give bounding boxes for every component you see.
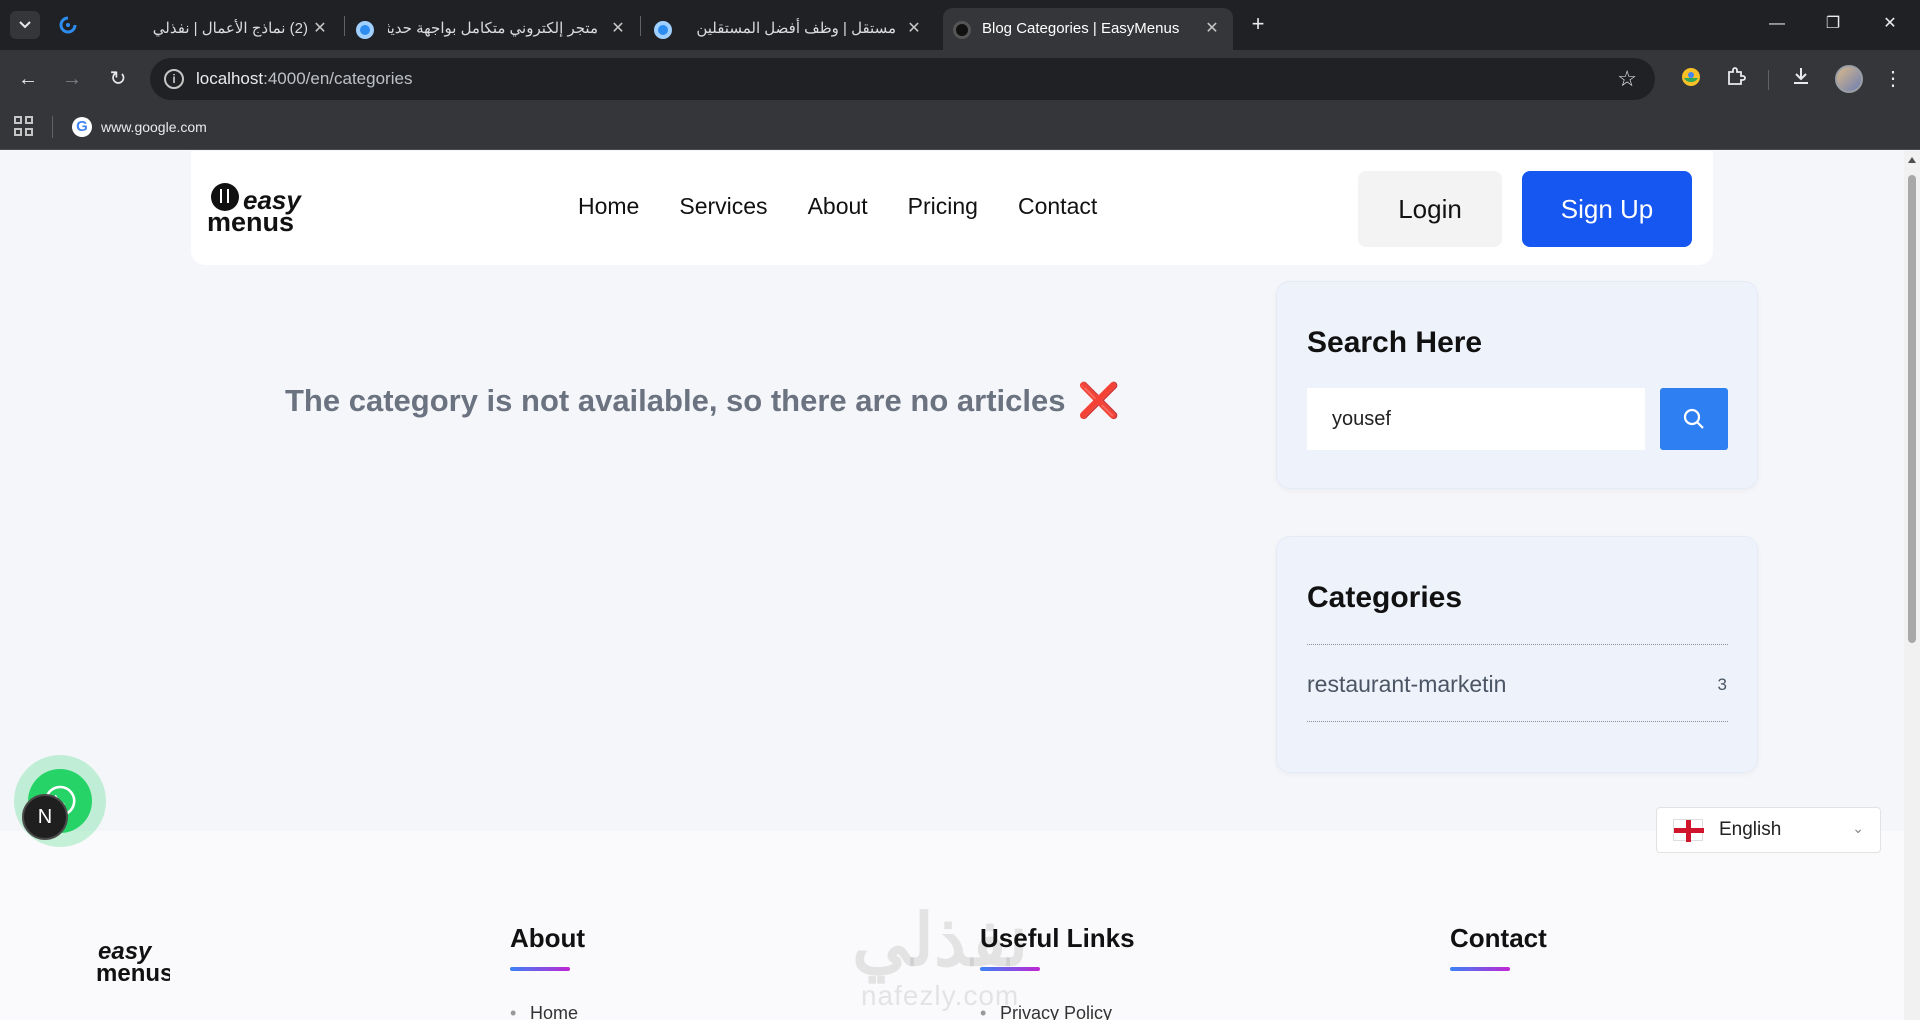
main-nav: Home Services About Pricing Contact [578, 189, 1137, 223]
address-bar[interactable]: i localhost:4000/en/categories ☆ [150, 58, 1655, 100]
window-close-icon[interactable]: ✕ [1880, 14, 1900, 34]
search-button[interactable] [1660, 388, 1728, 450]
new-tab-button[interactable]: + [1246, 12, 1270, 36]
tab-search-button[interactable] [10, 11, 40, 39]
bookmark-star-icon[interactable]: ☆ [1617, 67, 1637, 91]
nav-contact[interactable]: Contact [1018, 189, 1097, 223]
close-icon[interactable]: ✕ [610, 21, 626, 37]
divider [1307, 644, 1728, 645]
easymenus-favicon-icon [953, 21, 971, 39]
categories-card: Categories restaurant-marketin 3 [1276, 536, 1758, 773]
footer-links-title: Useful Links [980, 923, 1135, 953]
bookmark-separator [52, 116, 53, 138]
nafezly-favicon-icon [59, 16, 77, 34]
categories-title: Categories [1307, 581, 1463, 614]
login-button[interactable]: Login [1358, 171, 1502, 247]
nav-pricing[interactable]: Pricing [908, 189, 978, 223]
nav-home[interactable]: Home [578, 189, 639, 223]
close-icon[interactable]: ✕ [906, 21, 922, 37]
search-icon [1683, 408, 1704, 429]
reload-icon[interactable]: ↻ [105, 66, 131, 92]
minimize-icon[interactable]: — [1767, 14, 1787, 34]
download-icon[interactable] [1788, 66, 1814, 92]
tab-blog-categories[interactable]: Blog Categories | EasyMenus ✕ [943, 8, 1233, 50]
tab-nafezly[interactable]: (2) نماذج الأعمال | نفذلي ✕ [140, 8, 335, 50]
cross-mark-icon: ❌ [1077, 382, 1120, 420]
mostaql-favicon-icon [654, 21, 672, 39]
forward-icon[interactable]: → [59, 66, 85, 92]
search-title: Search Here [1307, 326, 1483, 359]
svg-text:menus: menus [207, 207, 294, 233]
empty-state: The category is not available, so there … [285, 381, 1120, 421]
browser-tab-bar: (2) نماذج الأعمال | نفذلي ✕ متجر إلكترون… [0, 0, 1920, 50]
profile-avatar[interactable] [1835, 65, 1863, 93]
tab-title: Blog Categories | EasyMenus [982, 20, 1180, 37]
back-icon[interactable]: ← [15, 66, 41, 92]
tab-title: (2) نماذج الأعمال | نفذلي [152, 20, 308, 37]
nav-about[interactable]: About [808, 189, 868, 223]
bookmark-label: www.google.com [101, 119, 207, 135]
pinned-tab[interactable] [56, 13, 80, 37]
bookmarks-bar [0, 108, 1920, 150]
tab-separator [640, 16, 641, 36]
n-badge-button[interactable]: N [22, 794, 68, 840]
category-count: 3 [1717, 675, 1727, 694]
toolbar-separator [1768, 70, 1769, 90]
signup-button[interactable]: Sign Up [1522, 171, 1692, 247]
footer-about-title: About [510, 923, 586, 953]
apps-grid-icon[interactable] [14, 116, 34, 136]
category-item-link[interactable]: restaurant-marketin [1307, 671, 1506, 698]
page-viewport: easy menus Home Services About Pricing C… [0, 151, 1904, 1020]
browser-toolbar: ← → ↻ i localhost:4000/en/categories ☆ ⋮ [0, 50, 1920, 108]
url-text[interactable]: localhost:4000/en/categories [196, 58, 412, 100]
england-flag-icon [1673, 819, 1704, 842]
language-select[interactable]: English ⌄ [1656, 807, 1881, 853]
search-card: Search Here [1276, 281, 1758, 489]
site-header: easy menus Home Services About Pricing C… [191, 151, 1713, 265]
extension-colorful-icon[interactable] [1678, 66, 1704, 92]
footer-underline [1450, 967, 1510, 971]
divider [1307, 721, 1728, 722]
menu-kebab-icon[interactable]: ⋮ [1880, 66, 1906, 92]
restore-icon[interactable]: ❐ [1823, 14, 1843, 34]
chevron-down-icon: ⌄ [1852, 820, 1864, 836]
tab-separator [344, 16, 345, 36]
language-label: English [1719, 819, 1782, 840]
mostaql-favicon-icon [356, 21, 374, 39]
close-icon[interactable]: ✕ [1204, 21, 1220, 37]
site-info-icon[interactable]: i [164, 69, 184, 89]
footer-link-privacy[interactable]: Privacy Policy [980, 1003, 1112, 1020]
footer-contact-title: Contact [1450, 923, 1547, 953]
svg-text:menus: menus [96, 960, 170, 985]
tab-mostaql[interactable]: مستقل | وظف أفضل المستقلين ✕ [652, 8, 932, 50]
chevron-down-icon [19, 21, 31, 29]
nav-services[interactable]: Services [679, 189, 767, 223]
tab-store[interactable]: متجر إلكتروني متكامل بواجهة حديثة ✕ [354, 8, 634, 50]
easymenus-logo[interactable]: easy menus [205, 181, 307, 237]
empty-message-text: The category is not available, so there … [285, 383, 1066, 418]
footer-link-home[interactable]: Home [510, 1003, 578, 1020]
page-scrollbar[interactable] [1904, 151, 1920, 1020]
google-icon: G [72, 117, 92, 137]
tab-title: متجر إلكتروني متكامل بواجهة حديثة [388, 20, 598, 37]
close-icon[interactable]: ✕ [312, 21, 328, 37]
scroll-up-icon[interactable] [1908, 157, 1916, 163]
extensions-puzzle-icon[interactable] [1723, 66, 1749, 92]
footer-logo[interactable]: easy menus [96, 937, 173, 987]
scrollbar-thumb[interactable] [1908, 175, 1916, 643]
footer-underline [510, 967, 570, 971]
footer-underline [980, 967, 1040, 971]
search-input[interactable] [1307, 388, 1645, 450]
tab-title: مستقل | وظف أفضل المستقلين [696, 20, 896, 37]
watermark: نفذلي nafezly.com [852, 901, 1028, 1011]
bookmark-google[interactable]: G www.google.com [72, 114, 207, 140]
